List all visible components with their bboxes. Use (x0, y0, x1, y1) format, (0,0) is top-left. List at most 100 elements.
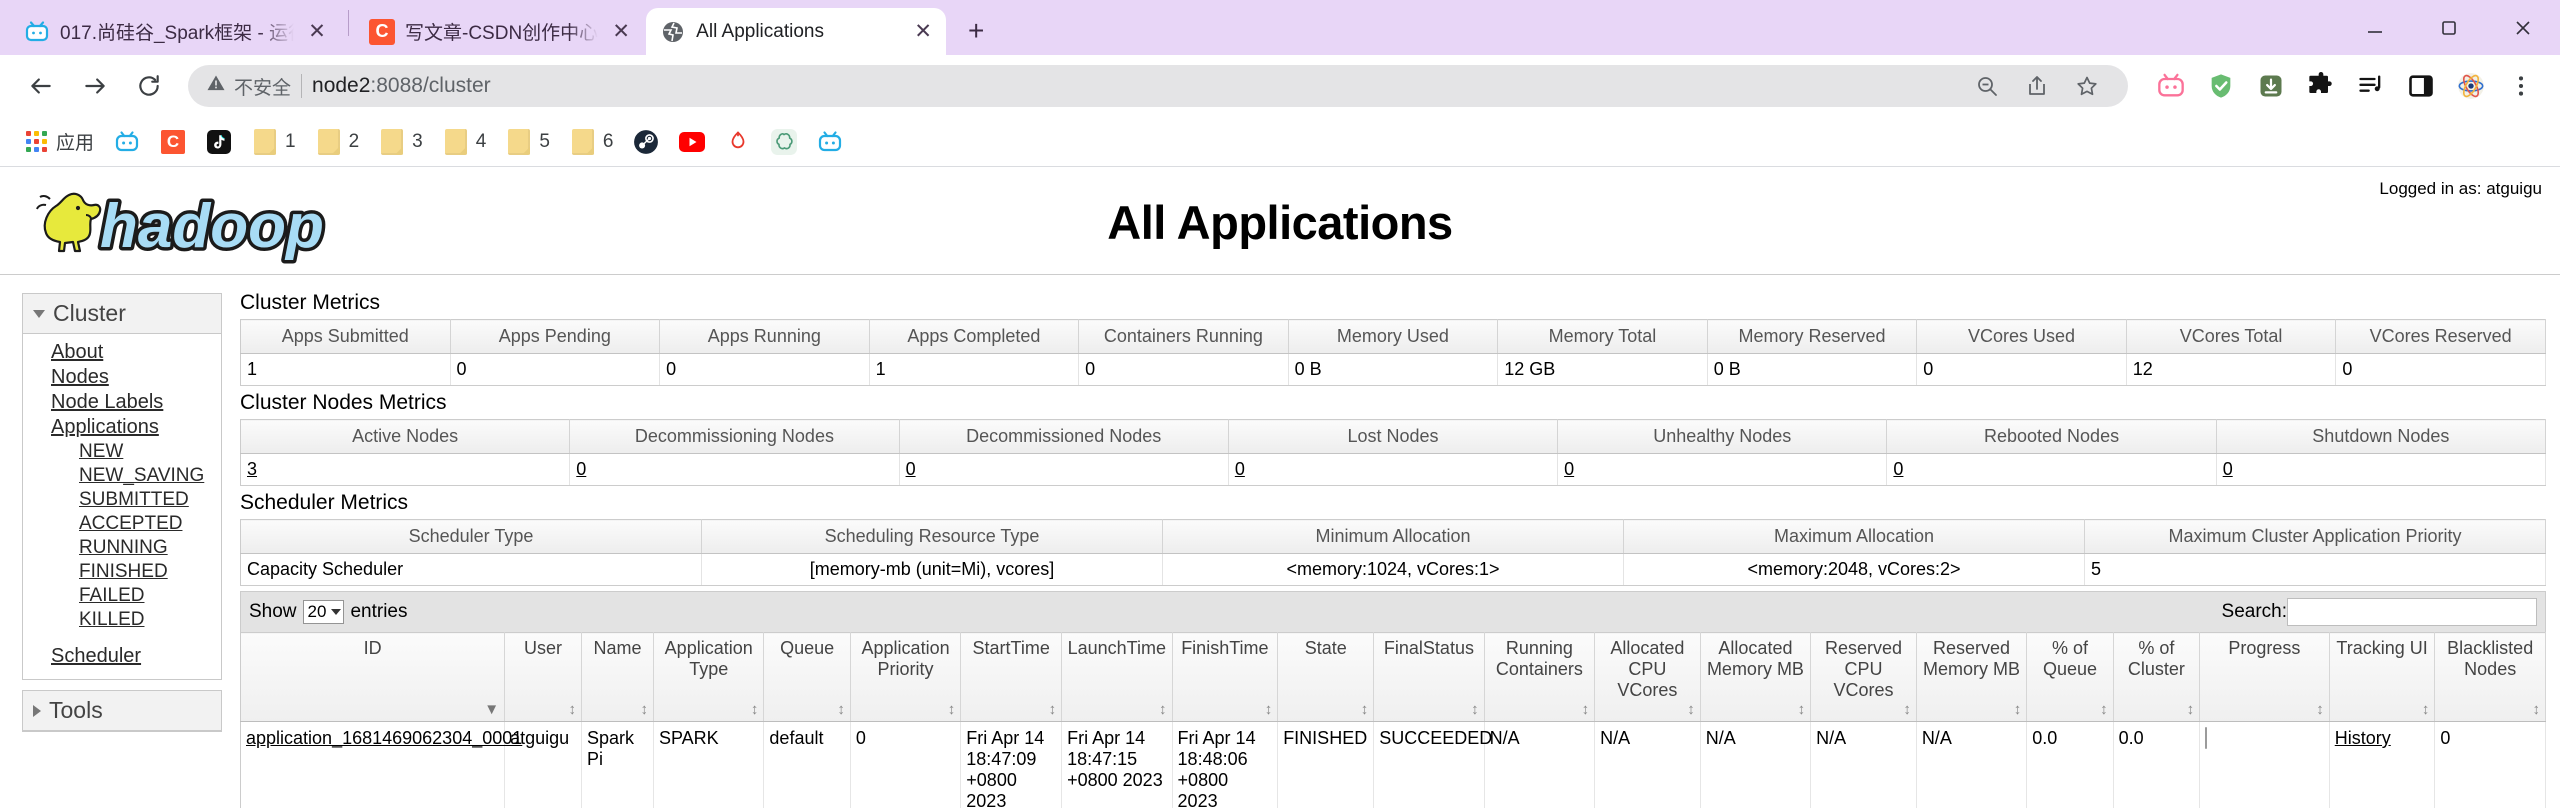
sidebar-item-new[interactable]: NEW (23, 440, 221, 464)
col-tracking-ui[interactable]: Tracking UI ↕ (2329, 632, 2436, 722)
minimize-icon[interactable] (2338, 7, 2412, 49)
bookmark-folder-1[interactable]: 1 (245, 125, 303, 159)
cell-user: atguigu (504, 721, 582, 808)
folder-icon (379, 128, 405, 155)
sidebar-item-finished[interactable]: FINISHED (23, 560, 221, 584)
col-allocated-cpu-vcores[interactable]: Allocated CPU VCores ↕ (1594, 632, 1701, 722)
col-name[interactable]: Name ↕ (581, 632, 654, 722)
col-finalstatus[interactable]: FinalStatus ↕ (1373, 632, 1485, 722)
bookmark-folder-6[interactable]: 6 (563, 125, 621, 159)
sidebar-item-applications[interactable]: Applications (23, 415, 221, 440)
bookmark-folder-3[interactable]: 3 (372, 125, 430, 159)
playlist-icon[interactable] (2348, 63, 2394, 109)
bookmark-star-icon[interactable] (2064, 63, 2110, 109)
lost-nodes-link[interactable]: 0 (1235, 459, 1245, 479)
col-starttime[interactable]: StartTime ↕ (960, 632, 1063, 722)
sidebar-cluster-header[interactable]: Cluster (23, 294, 221, 334)
sidebar-item-accepted[interactable]: ACCEPTED (23, 512, 221, 536)
sidebar-item-new-saving[interactable]: NEW_SAVING (23, 464, 221, 488)
sidebar-item-killed[interactable]: KILLED (23, 608, 221, 632)
col-reserved-cpu-vcores[interactable]: Reserved CPU VCores ↕ (1810, 632, 1917, 722)
col-user[interactable]: User ↕ (504, 632, 582, 722)
decommissioned-nodes-link[interactable]: 0 (906, 459, 916, 479)
bookmark-openai[interactable] (764, 125, 804, 159)
col-running-containers[interactable]: Running Containers ↕ (1484, 632, 1596, 722)
bookmark-folder-5[interactable]: 5 (499, 125, 557, 159)
tab-close-icon[interactable]: ✕ (608, 19, 634, 45)
sort-icon: ↕ (2100, 701, 2108, 718)
search-input[interactable] (2287, 598, 2537, 626)
bookmark-folder-4[interactable]: 4 (436, 125, 494, 159)
sidebar-tools-header[interactable]: Tools (23, 691, 221, 731)
col-blacklisted-nodes[interactable]: Blacklisted Nodes ↕ (2434, 632, 2546, 722)
bilibili-icon[interactable] (2148, 63, 2194, 109)
forward-icon[interactable] (70, 61, 120, 111)
shutdown-nodes-link[interactable]: 0 (2223, 459, 2233, 479)
bookmark-bilibili[interactable] (107, 125, 147, 159)
browser-tab-1[interactable]: C 写文章-CSDN创作中心 ✕ (355, 8, 644, 55)
reload-icon[interactable] (124, 61, 174, 111)
zoom-out-icon[interactable] (1964, 63, 2010, 109)
address-bar[interactable]: 不安全 node2:8088/cluster (188, 65, 2128, 107)
col-pct-of-cluster[interactable]: % of Cluster ↕ (2113, 632, 2201, 722)
col-reserved-memory-mb[interactable]: Reserved Memory MB ↕ (1916, 632, 2028, 722)
chrome-menu-icon[interactable] (2498, 63, 2544, 109)
bookmark-tiktok[interactable] (199, 125, 239, 159)
sidebar-item-running[interactable]: RUNNING (23, 536, 221, 560)
cell-reserved-cpu-vcores: N/A (1810, 721, 1917, 808)
bookmark-steam[interactable] (626, 125, 666, 159)
active-nodes-link[interactable]: 3 (247, 459, 257, 479)
sidebar-item-about[interactable]: About (23, 340, 221, 365)
download-manager-icon[interactable] (2248, 63, 2294, 109)
application-id-link[interactable]: application_1681469062304_0001 (246, 728, 522, 748)
col-allocated-memory-mb[interactable]: Allocated Memory MB ↕ (1700, 632, 1812, 722)
atom-icon[interactable] (2448, 63, 2494, 109)
maximize-icon[interactable] (2412, 7, 2486, 49)
share-icon[interactable] (2014, 63, 2060, 109)
col-queue[interactable]: Queue ↕ (763, 632, 851, 722)
bookmark-label: 2 (348, 130, 360, 152)
tab-close-icon[interactable]: ✕ (304, 19, 330, 45)
tab-close-icon[interactable]: ✕ (910, 19, 936, 45)
url-path: :8088/cluster (370, 74, 491, 97)
sidebar-item-nodes[interactable]: Nodes (23, 365, 221, 390)
col-state[interactable]: State ↕ (1277, 632, 1375, 722)
decommissioning-nodes-link[interactable]: 0 (576, 459, 586, 479)
bilibili-icon (24, 19, 50, 45)
tracking-ui-link[interactable]: History (2335, 728, 2391, 748)
col-pct-of-queue[interactable]: % of Queue ↕ (2026, 632, 2114, 722)
bookmark-bilibili-2[interactable] (810, 125, 850, 159)
sidebar-item-node-labels[interactable]: Node Labels (23, 390, 221, 415)
cell-tracking-ui: History (2329, 721, 2436, 808)
page-size-select[interactable]: 20 (302, 600, 345, 624)
browser-tab-0[interactable]: 017.尚硅谷_Spark框架 - 运行环境 ✕ (10, 8, 340, 55)
col-progress[interactable]: Progress ↕ (2199, 632, 2330, 722)
cluster-metrics-table: Apps Submitted Apps Pending Apps Running… (240, 319, 2546, 386)
sidebar-item-submitted[interactable]: SUBMITTED (23, 488, 221, 512)
sort-icon: ↕ (1581, 701, 1590, 718)
col-id[interactable]: ID ▼ (240, 632, 506, 722)
bookmark-csdn[interactable]: C (153, 125, 193, 159)
col-application-type[interactable]: Application Type ↕ (653, 632, 765, 722)
bilibili-icon (114, 129, 140, 155)
val-max-cluster-app-priority: 5 (2084, 553, 2546, 586)
bookmark-youtube[interactable] (672, 125, 712, 159)
sidebar-item-failed[interactable]: FAILED (23, 584, 221, 608)
bookmark-flame[interactable] (718, 125, 758, 159)
browser-tab-2[interactable]: All Applications ✕ (646, 8, 947, 55)
side-panel-icon[interactable] (2398, 63, 2444, 109)
col-finishtime[interactable]: FinishTime ↕ (1172, 632, 1279, 722)
rebooted-nodes-link[interactable]: 0 (1893, 459, 1903, 479)
back-icon[interactable] (16, 61, 66, 111)
unhealthy-nodes-link[interactable]: 0 (1564, 459, 1574, 479)
sidebar-item-scheduler[interactable]: Scheduler (23, 644, 221, 669)
adguard-shield-icon[interactable] (2198, 63, 2244, 109)
col-application-priority[interactable]: Application Priority ↕ (850, 632, 962, 722)
col-launchtime[interactable]: LaunchTime ↕ (1061, 632, 1173, 722)
not-secure-indicator[interactable]: 不安全 (206, 73, 291, 100)
new-tab-button[interactable]: + (954, 9, 998, 53)
bookmark-apps[interactable]: 应用 (16, 124, 101, 159)
puzzle-extensions-icon[interactable] (2298, 63, 2344, 109)
close-icon[interactable] (2486, 7, 2560, 49)
bookmark-folder-2[interactable]: 2 (309, 125, 367, 159)
